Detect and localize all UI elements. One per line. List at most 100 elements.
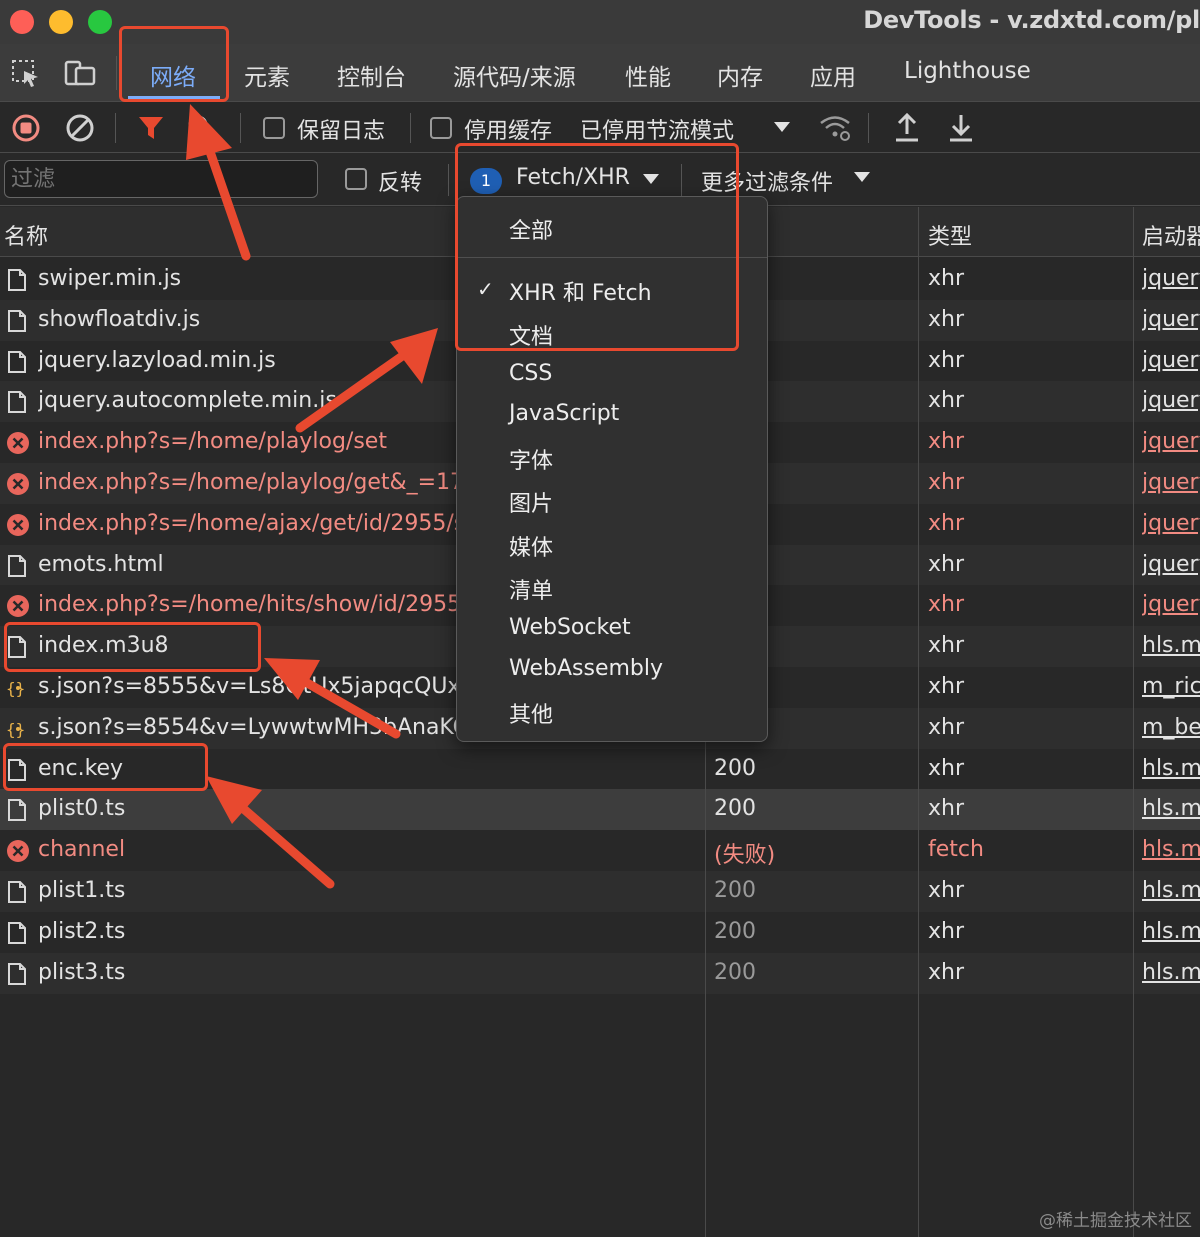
- dropdown-item-font[interactable]: 字体: [509, 443, 553, 475]
- request-type: xhr: [928, 878, 965, 903]
- throttling-select[interactable]: 已停用节流模式: [580, 113, 734, 145]
- dropdown-item-other[interactable]: 其他: [509, 697, 553, 729]
- request-initiator[interactable]: hls.m: [1142, 796, 1200, 821]
- request-name: index.php?s=/home/playlog/get&_=1707: [38, 470, 458, 495]
- request-type: xhr: [928, 918, 965, 944]
- request-initiator[interactable]: jquery: [1142, 552, 1200, 577]
- request-initiator[interactable]: hls.m: [1142, 878, 1200, 903]
- column-header-name[interactable]: 名称: [4, 219, 48, 251]
- tab-console[interactable]: 控制台: [337, 58, 406, 92]
- disable-cache-checkbox[interactable]: [430, 117, 452, 139]
- request-status: 200: [714, 878, 756, 903]
- dropdown-item-image[interactable]: 图片: [509, 486, 553, 518]
- filter-input[interactable]: [4, 160, 318, 198]
- request-initiator[interactable]: jquery: [1142, 348, 1200, 373]
- request-type: xhr: [928, 388, 965, 414]
- request-type: xhr: [928, 429, 965, 455]
- device-toolbar-icon[interactable]: [62, 58, 96, 88]
- import-har-upload-icon[interactable]: [892, 112, 924, 142]
- tab-application[interactable]: 应用: [810, 58, 856, 92]
- request-type: xhr: [928, 959, 965, 985]
- request-type: fetch: [928, 837, 984, 863]
- error-icon: [6, 839, 29, 863]
- request-initiator[interactable]: hls.m: [1142, 756, 1200, 781]
- document-icon: [6, 309, 28, 333]
- request-initiator[interactable]: jquery: [1142, 307, 1200, 332]
- clear-icon[interactable]: [64, 112, 96, 142]
- filter-icon[interactable]: [136, 113, 168, 143]
- request-name: plist2.ts: [38, 918, 126, 944]
- request-type: xhr: [928, 347, 965, 373]
- document-icon: [6, 268, 28, 292]
- request-name: emots.html: [38, 551, 164, 577]
- inspect-element-icon[interactable]: [10, 58, 42, 88]
- more-filters-chevron-down-icon[interactable]: [854, 172, 870, 182]
- minimize-window-button[interactable]: [49, 10, 73, 34]
- request-type: xhr: [928, 551, 965, 577]
- request-initiator[interactable]: hls.m: [1142, 960, 1200, 985]
- preserve-log-label: 保留日志: [297, 119, 386, 144]
- tab-memory[interactable]: 内存: [717, 58, 763, 92]
- request-initiator[interactable]: hls.m: [1142, 837, 1200, 862]
- request-name: jquery.lazyload.min.js: [38, 347, 276, 373]
- dropdown-item-javascript[interactable]: JavaScript: [509, 401, 619, 426]
- error-icon: [6, 431, 29, 455]
- request-name: showfloatdiv.js: [38, 306, 201, 332]
- request-initiator[interactable]: jquery: [1142, 592, 1200, 617]
- request-initiator[interactable]: jquery: [1142, 511, 1200, 536]
- request-type: xhr: [928, 674, 965, 699]
- tab-performance[interactable]: 性能: [625, 58, 671, 92]
- dropdown-item-manifest[interactable]: 清单: [509, 573, 553, 605]
- close-window-button[interactable]: [10, 10, 34, 34]
- column-header-initiator[interactable]: 启动器: [1142, 219, 1200, 251]
- request-type: xhr: [928, 470, 965, 495]
- request-initiator[interactable]: jquery: [1142, 266, 1200, 291]
- request-status: 200: [714, 796, 756, 822]
- request-name: swiper.min.js: [38, 266, 182, 291]
- annotation-box-enc-key-row: [3, 743, 208, 791]
- tab-sources[interactable]: 源代码/来源: [453, 58, 576, 92]
- column-header-type[interactable]: 类型: [928, 219, 972, 251]
- request-initiator[interactable]: jquery: [1142, 429, 1200, 454]
- filter-separator: [448, 164, 449, 196]
- network-conditions-wifi-icon[interactable]: [818, 112, 850, 142]
- request-initiator[interactable]: hls.m: [1142, 633, 1200, 658]
- table-row[interactable]: plist2.ts 200 xhr hls.m: [0, 911, 1200, 953]
- table-row[interactable]: plist3.ts 200 xhr hls.m: [0, 952, 1200, 994]
- request-type: xhr: [928, 592, 965, 618]
- tab-lighthouse[interactable]: Lighthouse: [904, 58, 1031, 84]
- request-name: plist1.ts: [38, 878, 126, 903]
- document-icon: [6, 880, 28, 904]
- window-title: DevTools - v.zdxtd.com/pl: [863, 6, 1200, 34]
- export-har-download-icon[interactable]: [946, 112, 978, 142]
- dropdown-item-media[interactable]: 媒体: [509, 530, 553, 562]
- request-initiator[interactable]: jquery: [1142, 470, 1200, 495]
- request-type: xhr: [928, 266, 965, 291]
- request-initiator[interactable]: m_be: [1142, 715, 1200, 740]
- table-row[interactable]: plist1.ts 200 xhr hls.m: [0, 871, 1200, 912]
- preserve-log-checkbox[interactable]: [263, 117, 285, 139]
- dropdown-item-css[interactable]: CSS: [509, 361, 552, 386]
- stop-recording-icon[interactable]: [10, 112, 42, 142]
- zoom-window-button[interactable]: [88, 10, 112, 34]
- dropdown-item-webassembly[interactable]: WebAssembly: [509, 656, 663, 681]
- request-initiator[interactable]: jquery: [1142, 388, 1200, 413]
- table-row[interactable]: plist0.ts 200 xhr hls.m: [0, 789, 1200, 831]
- invert-label: 反转: [378, 171, 423, 196]
- toolbar-separator: [410, 113, 411, 143]
- dropdown-item-websocket[interactable]: WebSocket: [509, 615, 631, 640]
- request-initiator[interactable]: hls.m: [1142, 919, 1200, 944]
- tab-elements[interactable]: 元素: [244, 58, 290, 92]
- svg-text:{}: {}: [6, 679, 25, 698]
- disable-cache-label: 停用缓存: [464, 119, 553, 144]
- throttling-chevron-down-icon[interactable]: [774, 122, 790, 132]
- error-icon: [6, 513, 29, 537]
- annotation-box-type-filter: [455, 143, 739, 351]
- request-name: index.php?s=/home/playlog/set: [38, 429, 387, 455]
- invert-checkbox[interactable]: [345, 168, 367, 190]
- table-row[interactable]: channel (失败) fetch hls.m: [0, 830, 1200, 872]
- search-icon[interactable]: [186, 113, 218, 143]
- request-initiator[interactable]: m_ric: [1142, 674, 1200, 699]
- column-divider: [1133, 207, 1134, 1237]
- svg-text:{}: {}: [6, 720, 25, 739]
